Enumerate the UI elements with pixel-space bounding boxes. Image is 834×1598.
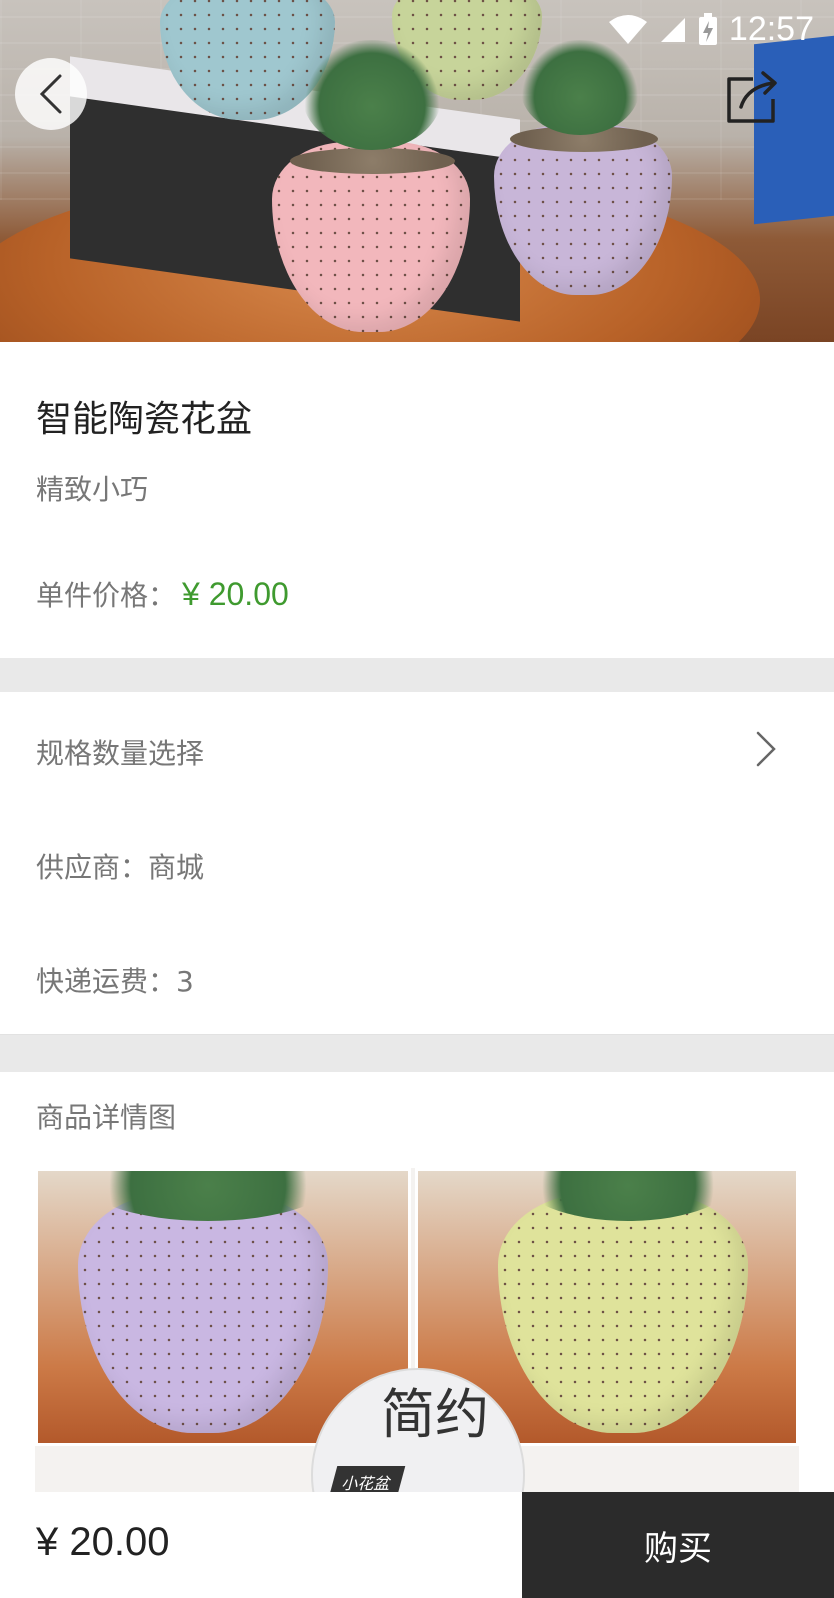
status-time: 12:57: [728, 10, 814, 48]
spec-selection-label: 规格数量选择: [36, 737, 205, 770]
supplier-label: 供应商：商城: [36, 851, 205, 884]
supplier-row: 供应商：商城: [0, 806, 834, 921]
back-arrow-icon: [39, 74, 62, 114]
wifi-icon: [608, 14, 647, 44]
shipping-row: 快递运费：3: [0, 920, 834, 1035]
shipping-label: 快递运费：3: [36, 965, 194, 998]
detail-section: 商品详情图 简约 小花盆: [0, 1072, 834, 1498]
status-bar: 12:57: [607, 10, 814, 49]
badge-title: 简约: [381, 1383, 489, 1446]
price-value: ¥ 20.00: [182, 576, 289, 612]
product-info-section: 智能陶瓷花盆 精致小巧 单件价格： ¥ 20.00: [0, 342, 834, 658]
product-title: 智能陶瓷花盆: [36, 399, 253, 440]
share-button[interactable]: [718, 62, 788, 132]
detail-label: 商品详情图: [36, 1101, 177, 1134]
bottom-bar: ¥ 20.00 购买: [0, 1492, 834, 1598]
signal-icon: [660, 17, 685, 42]
soil-pink: [290, 148, 455, 174]
back-button[interactable]: [15, 58, 87, 130]
share-icon: [727, 71, 777, 123]
bottom-price-area: ¥ 20.00: [0, 1492, 522, 1598]
buy-button[interactable]: 购买: [522, 1492, 834, 1598]
spec-selection-row[interactable]: 规格数量选择: [0, 692, 834, 807]
detail-image: 简约 小花盆: [35, 1168, 799, 1498]
buy-button-label: 购买: [644, 1528, 712, 1569]
bottom-price: ¥ 20.00: [36, 1520, 170, 1564]
product-subtitle: 精致小巧: [36, 473, 149, 506]
price-row: 单件价格： ¥ 20.00: [36, 574, 289, 614]
succulent-lavender: [520, 40, 640, 135]
chevron-right-icon: [756, 731, 776, 767]
price-label: 单件价格：: [36, 579, 177, 612]
succulent-pink: [302, 40, 442, 150]
product-hero-image: [0, 0, 834, 342]
battery-icon: [698, 12, 717, 45]
